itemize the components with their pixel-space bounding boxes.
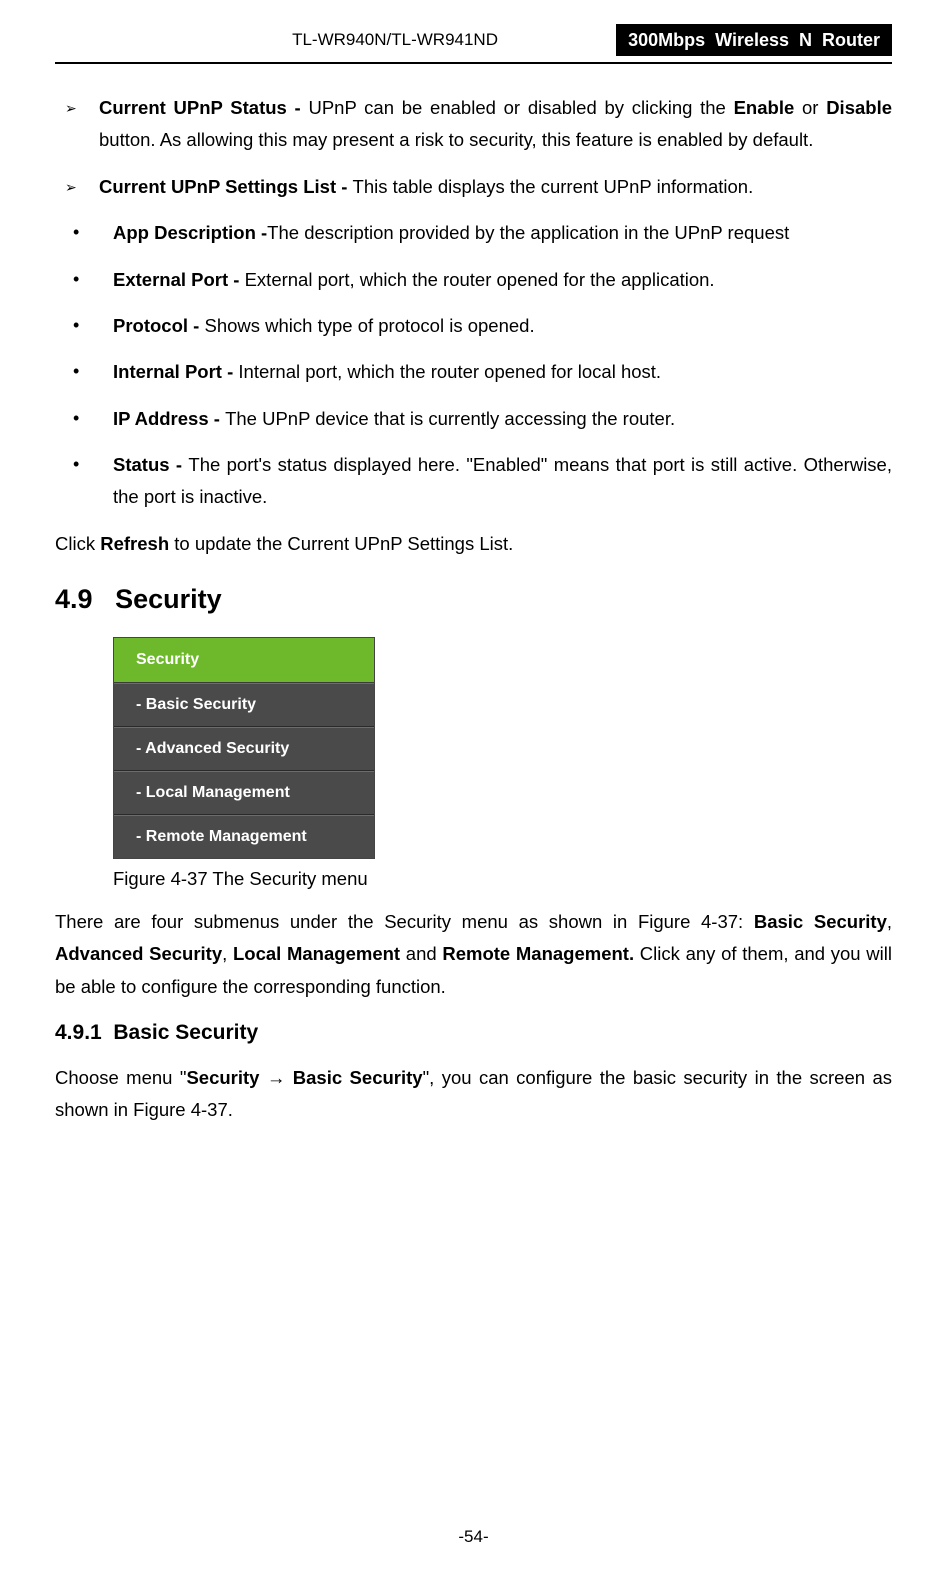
text: Click — [55, 533, 100, 554]
section-title: Security — [115, 584, 222, 614]
text: or — [794, 97, 826, 118]
menu-item: - Local Management — [114, 771, 374, 815]
list-item: Status - The port's status displayed her… — [55, 449, 892, 514]
list-item: App Description -The description provide… — [55, 217, 892, 249]
term: Basic Security — [293, 1067, 423, 1088]
list-item: Protocol - Shows which type of protocol … — [55, 310, 892, 342]
term: Internal Port - — [113, 361, 238, 382]
subsection-title: Basic Security — [113, 1021, 258, 1044]
term: Enable — [734, 97, 795, 118]
term: App Description - — [113, 222, 267, 243]
text: Choose menu " — [55, 1067, 186, 1088]
term: Remote Management. — [442, 943, 634, 964]
header-divider — [55, 62, 892, 64]
security-menu-figure: Security - Basic Security - Advanced Sec… — [113, 637, 375, 859]
list-item: Current UPnP Settings List - This table … — [55, 171, 892, 203]
term: Current UPnP Settings List - — [99, 176, 353, 197]
text: External port, which the router opened f… — [245, 269, 715, 290]
list-item: Current UPnP Status - UPnP can be enable… — [55, 92, 892, 157]
term: IP Address - — [113, 408, 225, 429]
text: This table displays the current UPnP inf… — [353, 176, 754, 197]
list-item: IP Address - The UPnP device that is cur… — [55, 403, 892, 435]
refresh-paragraph: Click Refresh to update the Current UPnP… — [55, 528, 892, 560]
text: The UPnP device that is currently access… — [225, 408, 675, 429]
subsection-number: 4.9.1 — [55, 1021, 102, 1044]
text: , — [222, 943, 233, 964]
text: Internal port, which the router opened f… — [238, 361, 661, 382]
choose-menu-paragraph: Choose menu "Security → Basic Security",… — [55, 1062, 892, 1127]
list-item: Internal Port - Internal port, which the… — [55, 356, 892, 388]
text: There are four submenus under the Securi… — [55, 911, 754, 932]
document-header: TL-WR940N/TL-WR941ND 300Mbps Wireless N … — [55, 24, 892, 60]
term: Refresh — [100, 533, 169, 554]
text: button. As allowing this may present a r… — [99, 129, 813, 150]
section-heading: 4.9 Security — [55, 576, 892, 623]
menu-item: - Advanced Security — [114, 727, 374, 771]
term: Local Management — [233, 943, 400, 964]
term: Protocol - — [113, 315, 204, 336]
term: Basic Security — [754, 911, 887, 932]
model-number: TL-WR940N/TL-WR941ND — [292, 30, 498, 50]
text: to update the Current UPnP Settings List… — [169, 533, 513, 554]
section-number: 4.9 — [55, 584, 93, 614]
term: Advanced Security — [55, 943, 222, 964]
submenus-paragraph: There are four submenus under the Securi… — [55, 906, 892, 1003]
figure-caption: Figure 4-37 The Security menu — [113, 863, 892, 895]
page-number: -54- — [0, 1527, 947, 1547]
term: Security — [186, 1067, 259, 1088]
term: Disable — [826, 97, 892, 118]
text: Shows which type of protocol is opened. — [204, 315, 534, 336]
text: UPnP can be enabled or disabled by click… — [308, 97, 733, 118]
subsection-heading: 4.9.1 Basic Security — [55, 1015, 892, 1052]
term: External Port - — [113, 269, 245, 290]
text: The description provided by the applicat… — [267, 222, 789, 243]
upnp-sub-list: App Description -The description provide… — [55, 217, 892, 514]
arrow-icon: → — [259, 1067, 292, 1088]
menu-header: Security — [114, 638, 374, 683]
term: Status - — [113, 454, 188, 475]
list-item: External Port - External port, which the… — [55, 264, 892, 296]
menu-item: - Basic Security — [114, 683, 374, 727]
menu-item: - Remote Management — [114, 815, 374, 858]
text: , — [887, 911, 892, 932]
upnp-main-list: Current UPnP Status - UPnP can be enable… — [55, 92, 892, 203]
text: The port's status displayed here. "Enabl… — [113, 454, 892, 507]
text: and — [400, 943, 442, 964]
device-name: 300Mbps Wireless N Router — [616, 24, 892, 56]
term: Current UPnP Status - — [99, 97, 308, 118]
